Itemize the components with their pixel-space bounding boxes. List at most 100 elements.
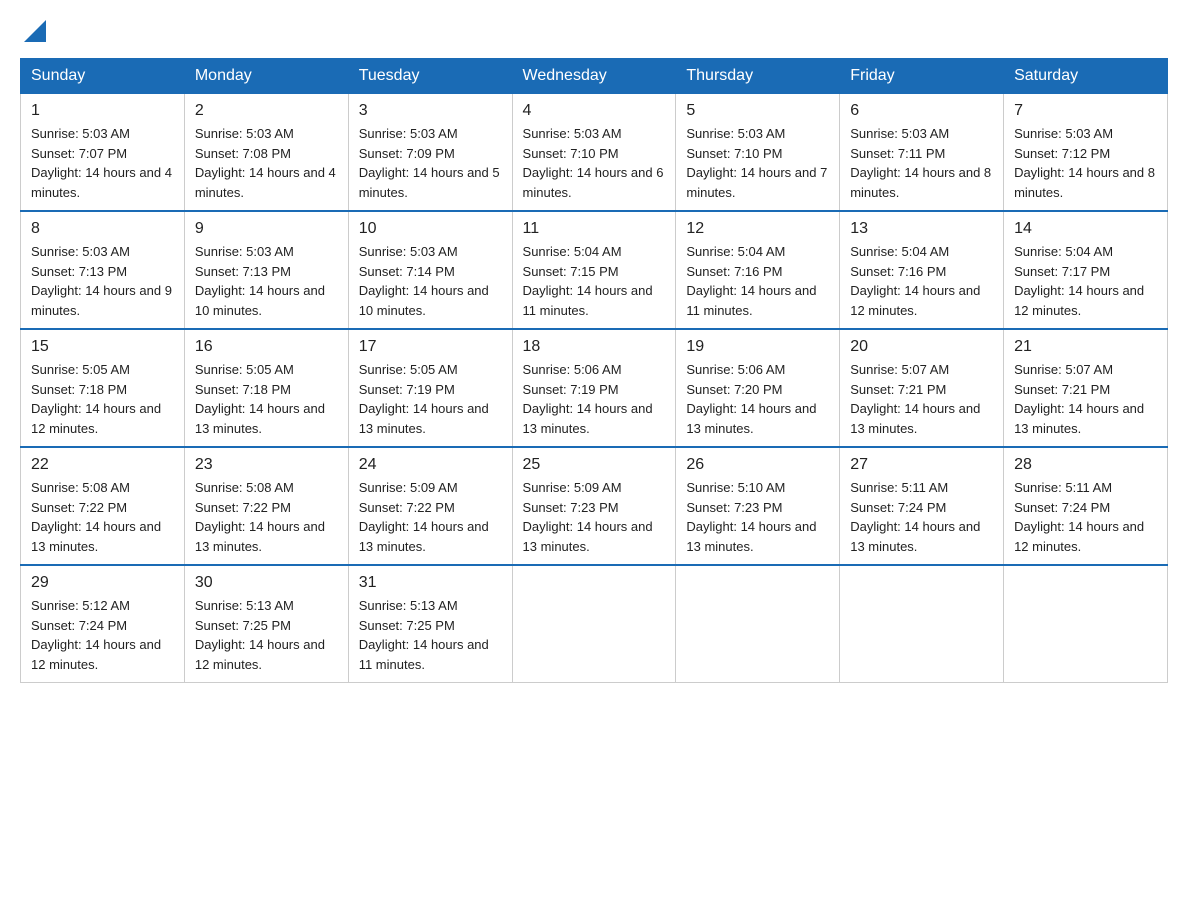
calendar-day-cell: 13 Sunrise: 5:04 AM Sunset: 7:16 PM Dayl…: [840, 211, 1004, 329]
day-number: 21: [1014, 338, 1157, 356]
day-info: Sunrise: 5:03 AM Sunset: 7:11 PM Dayligh…: [850, 124, 993, 202]
calendar-day-cell: 2 Sunrise: 5:03 AM Sunset: 7:08 PM Dayli…: [184, 94, 348, 212]
calendar-day-cell: 20 Sunrise: 5:07 AM Sunset: 7:21 PM Dayl…: [840, 329, 1004, 447]
calendar-day-cell: 12 Sunrise: 5:04 AM Sunset: 7:16 PM Dayl…: [676, 211, 840, 329]
header: [20, 20, 1168, 42]
day-info: Sunrise: 5:03 AM Sunset: 7:10 PM Dayligh…: [523, 124, 666, 202]
day-number: 28: [1014, 456, 1157, 474]
logo-triangle-icon: [24, 20, 46, 42]
day-info: Sunrise: 5:10 AM Sunset: 7:23 PM Dayligh…: [686, 478, 829, 556]
calendar-week-row: 8 Sunrise: 5:03 AM Sunset: 7:13 PM Dayli…: [21, 211, 1168, 329]
calendar-day-cell: [676, 565, 840, 683]
day-info: Sunrise: 5:03 AM Sunset: 7:12 PM Dayligh…: [1014, 124, 1157, 202]
day-number: 25: [523, 456, 666, 474]
calendar-day-header: Sunday: [21, 59, 185, 94]
day-info: Sunrise: 5:05 AM Sunset: 7:18 PM Dayligh…: [31, 360, 174, 438]
calendar-day-header: Friday: [840, 59, 1004, 94]
day-info: Sunrise: 5:03 AM Sunset: 7:10 PM Dayligh…: [686, 124, 829, 202]
day-number: 27: [850, 456, 993, 474]
day-info: Sunrise: 5:08 AM Sunset: 7:22 PM Dayligh…: [195, 478, 338, 556]
day-info: Sunrise: 5:05 AM Sunset: 7:19 PM Dayligh…: [359, 360, 502, 438]
calendar-day-cell: 23 Sunrise: 5:08 AM Sunset: 7:22 PM Dayl…: [184, 447, 348, 565]
day-info: Sunrise: 5:04 AM Sunset: 7:16 PM Dayligh…: [850, 242, 993, 320]
calendar-day-cell: 29 Sunrise: 5:12 AM Sunset: 7:24 PM Dayl…: [21, 565, 185, 683]
day-number: 2: [195, 102, 338, 120]
day-number: 3: [359, 102, 502, 120]
day-number: 24: [359, 456, 502, 474]
day-number: 26: [686, 456, 829, 474]
day-number: 8: [31, 220, 174, 238]
calendar-table: SundayMondayTuesdayWednesdayThursdayFrid…: [20, 58, 1168, 683]
day-info: Sunrise: 5:11 AM Sunset: 7:24 PM Dayligh…: [1014, 478, 1157, 556]
calendar-day-cell: 8 Sunrise: 5:03 AM Sunset: 7:13 PM Dayli…: [21, 211, 185, 329]
day-info: Sunrise: 5:04 AM Sunset: 7:15 PM Dayligh…: [523, 242, 666, 320]
day-number: 12: [686, 220, 829, 238]
calendar-day-cell: 21 Sunrise: 5:07 AM Sunset: 7:21 PM Dayl…: [1004, 329, 1168, 447]
day-number: 11: [523, 220, 666, 238]
calendar-day-cell: [1004, 565, 1168, 683]
day-number: 10: [359, 220, 502, 238]
day-number: 29: [31, 574, 174, 592]
calendar-day-cell: 19 Sunrise: 5:06 AM Sunset: 7:20 PM Dayl…: [676, 329, 840, 447]
calendar-day-cell: 1 Sunrise: 5:03 AM Sunset: 7:07 PM Dayli…: [21, 94, 185, 212]
calendar-day-cell: 25 Sunrise: 5:09 AM Sunset: 7:23 PM Dayl…: [512, 447, 676, 565]
calendar-day-cell: 28 Sunrise: 5:11 AM Sunset: 7:24 PM Dayl…: [1004, 447, 1168, 565]
calendar-week-row: 15 Sunrise: 5:05 AM Sunset: 7:18 PM Dayl…: [21, 329, 1168, 447]
day-info: Sunrise: 5:03 AM Sunset: 7:13 PM Dayligh…: [31, 242, 174, 320]
day-info: Sunrise: 5:12 AM Sunset: 7:24 PM Dayligh…: [31, 596, 174, 674]
day-number: 6: [850, 102, 993, 120]
day-info: Sunrise: 5:09 AM Sunset: 7:23 PM Dayligh…: [523, 478, 666, 556]
calendar-week-row: 22 Sunrise: 5:08 AM Sunset: 7:22 PM Dayl…: [21, 447, 1168, 565]
calendar-day-header: Monday: [184, 59, 348, 94]
day-number: 14: [1014, 220, 1157, 238]
calendar-day-header: Thursday: [676, 59, 840, 94]
calendar-day-cell: 10 Sunrise: 5:03 AM Sunset: 7:14 PM Dayl…: [348, 211, 512, 329]
day-info: Sunrise: 5:04 AM Sunset: 7:16 PM Dayligh…: [686, 242, 829, 320]
day-info: Sunrise: 5:03 AM Sunset: 7:14 PM Dayligh…: [359, 242, 502, 320]
calendar-day-cell: 11 Sunrise: 5:04 AM Sunset: 7:15 PM Dayl…: [512, 211, 676, 329]
calendar-day-cell: 4 Sunrise: 5:03 AM Sunset: 7:10 PM Dayli…: [512, 94, 676, 212]
day-info: Sunrise: 5:09 AM Sunset: 7:22 PM Dayligh…: [359, 478, 502, 556]
day-info: Sunrise: 5:06 AM Sunset: 7:20 PM Dayligh…: [686, 360, 829, 438]
day-info: Sunrise: 5:03 AM Sunset: 7:13 PM Dayligh…: [195, 242, 338, 320]
calendar-day-cell: 27 Sunrise: 5:11 AM Sunset: 7:24 PM Dayl…: [840, 447, 1004, 565]
calendar-day-cell: 16 Sunrise: 5:05 AM Sunset: 7:18 PM Dayl…: [184, 329, 348, 447]
calendar-day-cell: 26 Sunrise: 5:10 AM Sunset: 7:23 PM Dayl…: [676, 447, 840, 565]
day-number: 18: [523, 338, 666, 356]
calendar-day-cell: [840, 565, 1004, 683]
calendar-header-row: SundayMondayTuesdayWednesdayThursdayFrid…: [21, 59, 1168, 94]
calendar-day-cell: 22 Sunrise: 5:08 AM Sunset: 7:22 PM Dayl…: [21, 447, 185, 565]
day-number: 17: [359, 338, 502, 356]
day-info: Sunrise: 5:03 AM Sunset: 7:08 PM Dayligh…: [195, 124, 338, 202]
calendar-day-cell: 9 Sunrise: 5:03 AM Sunset: 7:13 PM Dayli…: [184, 211, 348, 329]
day-number: 9: [195, 220, 338, 238]
calendar-day-cell: 7 Sunrise: 5:03 AM Sunset: 7:12 PM Dayli…: [1004, 94, 1168, 212]
day-number: 13: [850, 220, 993, 238]
calendar-day-cell: 14 Sunrise: 5:04 AM Sunset: 7:17 PM Dayl…: [1004, 211, 1168, 329]
calendar-day-cell: 31 Sunrise: 5:13 AM Sunset: 7:25 PM Dayl…: [348, 565, 512, 683]
calendar-day-cell: 15 Sunrise: 5:05 AM Sunset: 7:18 PM Dayl…: [21, 329, 185, 447]
day-info: Sunrise: 5:08 AM Sunset: 7:22 PM Dayligh…: [31, 478, 174, 556]
calendar-day-cell: 6 Sunrise: 5:03 AM Sunset: 7:11 PM Dayli…: [840, 94, 1004, 212]
logo: [20, 20, 46, 42]
calendar-day-cell: 18 Sunrise: 5:06 AM Sunset: 7:19 PM Dayl…: [512, 329, 676, 447]
calendar-day-header: Saturday: [1004, 59, 1168, 94]
day-info: Sunrise: 5:06 AM Sunset: 7:19 PM Dayligh…: [523, 360, 666, 438]
day-number: 4: [523, 102, 666, 120]
day-number: 5: [686, 102, 829, 120]
day-number: 7: [1014, 102, 1157, 120]
calendar-week-row: 29 Sunrise: 5:12 AM Sunset: 7:24 PM Dayl…: [21, 565, 1168, 683]
day-number: 31: [359, 574, 502, 592]
calendar-day-cell: 24 Sunrise: 5:09 AM Sunset: 7:22 PM Dayl…: [348, 447, 512, 565]
day-info: Sunrise: 5:05 AM Sunset: 7:18 PM Dayligh…: [195, 360, 338, 438]
day-number: 23: [195, 456, 338, 474]
day-info: Sunrise: 5:04 AM Sunset: 7:17 PM Dayligh…: [1014, 242, 1157, 320]
day-info: Sunrise: 5:11 AM Sunset: 7:24 PM Dayligh…: [850, 478, 993, 556]
calendar-day-cell: [512, 565, 676, 683]
calendar-day-header: Tuesday: [348, 59, 512, 94]
calendar-week-row: 1 Sunrise: 5:03 AM Sunset: 7:07 PM Dayli…: [21, 94, 1168, 212]
day-info: Sunrise: 5:07 AM Sunset: 7:21 PM Dayligh…: [1014, 360, 1157, 438]
calendar-day-cell: 17 Sunrise: 5:05 AM Sunset: 7:19 PM Dayl…: [348, 329, 512, 447]
calendar-day-header: Wednesday: [512, 59, 676, 94]
calendar-day-cell: 5 Sunrise: 5:03 AM Sunset: 7:10 PM Dayli…: [676, 94, 840, 212]
